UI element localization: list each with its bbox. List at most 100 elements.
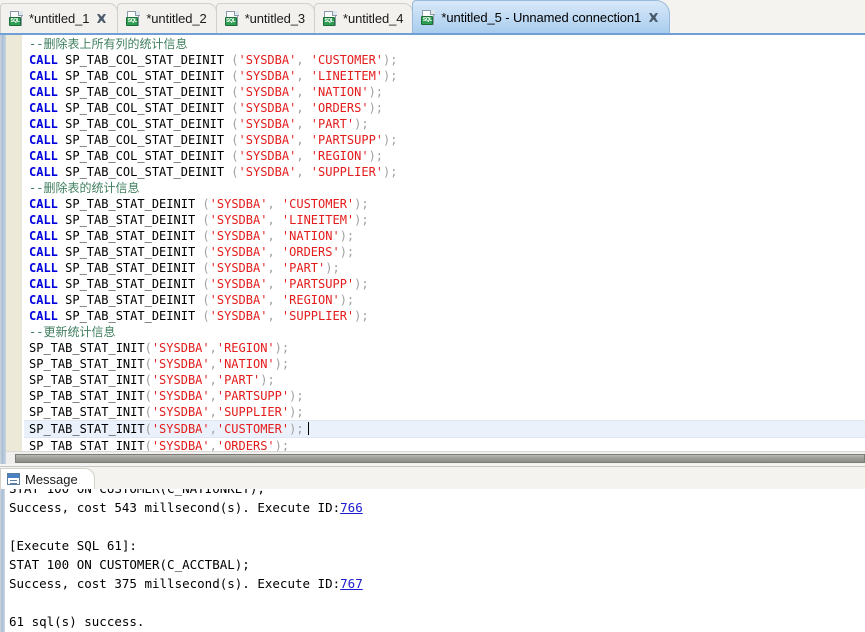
code-line[interactable]: CALL SP_TAB_COL_STAT_DEINIT ('SYSDBA', '… xyxy=(24,100,865,116)
code-token-ident: SP_TAB_COL_STAT_DEINIT xyxy=(57,53,232,67)
code-token-str: 'PARTSUPP' xyxy=(281,277,355,291)
code-token-pun: ); xyxy=(383,69,398,83)
code-token-pun: ); xyxy=(368,85,384,99)
code-token-pun: ); xyxy=(289,405,304,419)
code-token-pun: ); xyxy=(368,101,384,115)
editor-tab-bar: SQL *untitled_1 SQL *untitled_2 SQL *untitled… xyxy=(0,0,865,33)
code-line[interactable]: --更新统计信息 xyxy=(24,324,865,340)
code-token-pun: , xyxy=(267,293,282,307)
code-line[interactable]: CALL SP_TAB_STAT_DEINIT ('SYSDBA', 'LINE… xyxy=(24,212,865,228)
message-line: [Execute SQL 61]: xyxy=(9,536,865,555)
code-token-pun: ); xyxy=(274,357,290,371)
message-line-text: [Execute SQL 61]: xyxy=(9,538,137,553)
code-token-str: 'SYSDBA' xyxy=(238,69,297,83)
code-line[interactable]: CALL SP_TAB_COL_STAT_DEINIT ('SYSDBA', '… xyxy=(24,132,865,148)
code-line[interactable]: --删除表的统计信息 xyxy=(24,180,865,196)
code-token-pun: ); xyxy=(354,277,369,291)
sql-file-icon: SQL xyxy=(421,9,436,25)
code-token-pun: , xyxy=(296,149,311,163)
sql-file-icon: SQL xyxy=(9,11,24,26)
code-token-ident: SP_TAB_STAT_INIT xyxy=(29,357,145,371)
code-line[interactable]: CALL SP_TAB_COL_STAT_DEINIT ('SYSDBA', '… xyxy=(24,148,865,164)
code-line[interactable]: SP_TAB_STAT_INIT('SYSDBA','REGION'); xyxy=(24,340,865,356)
code-token-ident: SP_TAB_STAT_INIT xyxy=(29,389,145,403)
code-token-pun: ( xyxy=(144,422,152,436)
code-token-kw: CALL xyxy=(29,69,58,83)
code-token-kw: CALL xyxy=(29,197,58,211)
code-line[interactable]: CALL SP_TAB_STAT_DEINIT ('SYSDBA', 'SUPP… xyxy=(24,308,865,324)
code-line[interactable]: CALL SP_TAB_COL_STAT_DEINIT ('SYSDBA', '… xyxy=(24,84,865,100)
code-token-pun: ); xyxy=(289,389,304,403)
code-line[interactable]: CALL SP_TAB_STAT_DEINIT ('SYSDBA', 'NATI… xyxy=(24,228,865,244)
close-icon[interactable] xyxy=(95,12,108,25)
editor-tab-1[interactable]: SQL *untitled_1 xyxy=(0,3,119,33)
code-token-str: 'SYSDBA' xyxy=(238,165,297,179)
code-line[interactable]: CALL SP_TAB_COL_STAT_DEINIT ('SYSDBA', '… xyxy=(24,68,865,84)
code-token-str: 'SYSDBA' xyxy=(238,149,297,163)
code-token-ident: SP_TAB_STAT_INIT xyxy=(29,373,145,387)
code-token-ident: SP_TAB_COL_STAT_DEINIT xyxy=(57,101,232,115)
code-token-str: 'ORDERS' xyxy=(281,245,340,259)
execute-id-link[interactable]: 766 xyxy=(340,500,363,515)
code-token-str: 'SUPPLIER' xyxy=(310,165,384,179)
code-line[interactable]: CALL SP_TAB_STAT_DEINIT ('SYSDBA', 'ORDE… xyxy=(24,244,865,260)
code-token-str: 'SYSDBA' xyxy=(209,261,268,275)
message-line-text xyxy=(9,595,17,610)
code-line[interactable]: SP_TAB_STAT_INIT('SYSDBA','PART'); xyxy=(24,372,865,388)
code-token-pun: ( xyxy=(202,197,210,211)
code-token-str: 'SYSDBA' xyxy=(238,117,297,131)
code-token-pun: ( xyxy=(202,213,210,227)
code-line[interactable]: SP_TAB_STAT_INIT('SYSDBA','SUPPLIER'); xyxy=(24,404,865,420)
tab-message[interactable]: Message xyxy=(0,468,95,489)
code-token-ident: SP_TAB_STAT_DEINIT xyxy=(57,261,203,275)
code-token-str: 'PARTSUPP' xyxy=(310,133,384,147)
code-token-pun: ( xyxy=(231,133,239,147)
editor-tab-2[interactable]: SQL *untitled_2 xyxy=(117,3,217,33)
code-line-current[interactable]: SP_TAB_STAT_INIT('SYSDBA','CUSTOMER'); xyxy=(24,420,865,438)
code-token-pun: ( xyxy=(231,85,239,99)
code-token-pun: ( xyxy=(202,293,210,307)
editor-horizontal-scrollbar-thumb[interactable] xyxy=(15,454,865,463)
code-token-pun: , xyxy=(209,341,217,355)
code-token-str: 'SYSDBA' xyxy=(209,197,268,211)
code-token-str: 'SYSDBA' xyxy=(209,309,268,323)
code-token-pun: ); xyxy=(354,309,369,323)
close-icon[interactable] xyxy=(647,11,660,24)
code-line[interactable]: CALL SP_TAB_STAT_DEINIT ('SYSDBA', 'PART… xyxy=(24,260,865,276)
code-token-str: 'LINEITEM' xyxy=(310,69,384,83)
code-token-kw: CALL xyxy=(29,133,58,147)
code-token-ident: SP_TAB_COL_STAT_DEINIT xyxy=(57,117,232,131)
code-token-pun: ); xyxy=(368,149,384,163)
code-token-pun: , xyxy=(267,197,282,211)
code-token-pun: ); xyxy=(339,245,355,259)
code-token-cmt: --删除表的统计信息 xyxy=(29,181,140,195)
code-line[interactable]: CALL SP_TAB_COL_STAT_DEINIT ('SYSDBA', '… xyxy=(24,52,865,68)
code-token-pun: ); xyxy=(289,422,304,436)
code-token-kw: CALL xyxy=(29,101,58,115)
code-token-pun: , xyxy=(296,53,311,67)
code-line[interactable]: CALL SP_TAB_STAT_DEINIT ('SYSDBA', 'PART… xyxy=(24,276,865,292)
editor-tab-3[interactable]: SQL *untitled_3 xyxy=(215,3,316,33)
editor-horizontal-scrollbar[interactable] xyxy=(6,451,865,464)
editor-tab-4[interactable]: SQL *untitled_4 xyxy=(314,3,414,33)
code-line[interactable]: CALL SP_TAB_STAT_DEINIT ('SYSDBA', 'CUST… xyxy=(24,196,865,212)
code-line[interactable]: CALL SP_TAB_STAT_DEINIT ('SYSDBA', 'REGI… xyxy=(24,292,865,308)
code-token-str: 'NATION' xyxy=(281,229,340,243)
code-token-pun: ( xyxy=(231,69,239,83)
code-line[interactable]: CALL SP_TAB_COL_STAT_DEINIT ('SYSDBA', '… xyxy=(24,116,865,132)
code-line[interactable]: SP_TAB_STAT_INIT('SYSDBA','PARTSUPP'); xyxy=(24,388,865,404)
execute-id-link[interactable]: 767 xyxy=(340,576,363,591)
message-line: Success, cost 543 millsecond(s). Execute… xyxy=(9,498,865,517)
code-token-str: 'CUSTOMER' xyxy=(281,197,355,211)
code-token-str: 'SYSDBA' xyxy=(151,357,210,371)
code-token-pun: ); xyxy=(339,293,355,307)
code-token-ident: SP_TAB_STAT_INIT xyxy=(29,341,145,355)
message-output-area[interactable]: STAT 100 ON CUSTOMER(C_NATIONKEY); Succes… xyxy=(5,489,865,632)
editor-tab-5[interactable]: SQL *untitled_5 - Unnamed connection1 xyxy=(412,0,671,33)
code-token-str: 'CUSTOMER' xyxy=(310,53,384,67)
sql-file-icon: SQL xyxy=(224,11,240,26)
code-line[interactable]: CALL SP_TAB_COL_STAT_DEINIT ('SYSDBA', '… xyxy=(24,164,865,180)
code-line[interactable]: SP_TAB_STAT_INIT('SYSDBA','NATION'); xyxy=(24,356,865,372)
sql-code-area[interactable]: --删除表上所有列的统计信息 CALL SP_TAB_COL_STAT_DEINI… xyxy=(24,35,865,464)
code-line[interactable]: --删除表上所有列的统计信息 xyxy=(24,36,865,52)
